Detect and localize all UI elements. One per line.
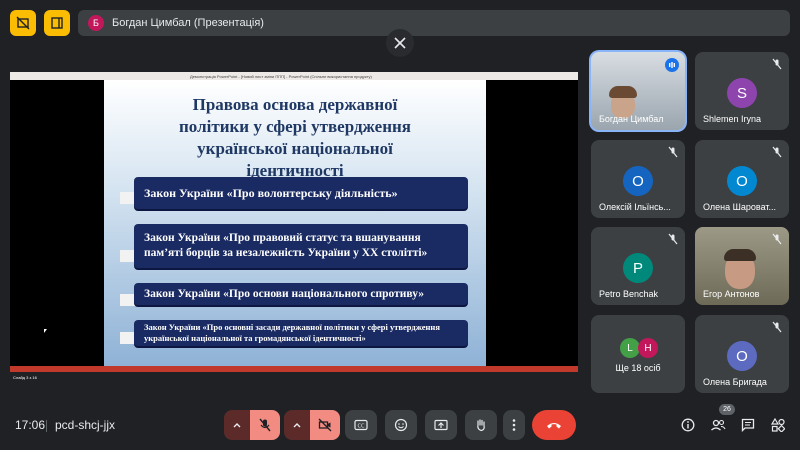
hide-self-view-button[interactable]: [10, 10, 36, 36]
people-count-badge: 26: [719, 404, 735, 415]
layout-button[interactable]: [44, 10, 70, 36]
hand-icon: [477, 419, 485, 432]
people-icon: [711, 419, 726, 431]
speaking-indicator-icon: [665, 58, 679, 72]
presentation-titlebar: Демонстрація PowerPoint - [Новий лист зм…: [10, 72, 578, 80]
participant-tile[interactable]: О Олексій Ільїнсь...: [591, 140, 685, 218]
chat-button[interactable]: [739, 416, 757, 434]
info-icon: [681, 418, 695, 432]
participant-name: Богдан Цимбал: [599, 114, 664, 124]
law-item: Закон України «Про основні засади держав…: [134, 320, 468, 346]
participant-tile[interactable]: Богдан Цимбал: [591, 52, 685, 130]
slide: Правова основа державної політики у сфер…: [104, 80, 486, 366]
participant-name: Shlemen Iryna: [703, 114, 762, 124]
mouse-cursor: [44, 329, 47, 333]
meeting-code: pcd-shcj-jjx: [55, 418, 116, 432]
avatar: О: [727, 341, 757, 371]
participant-tile[interactable]: P Petro Benchak: [591, 227, 685, 305]
participant-name: Олексій Ільїнсь...: [599, 202, 671, 212]
reactions-button[interactable]: [385, 410, 417, 440]
law-item: Закон України «Про основи національного …: [134, 283, 468, 305]
activities-button[interactable]: [769, 416, 787, 434]
participant-name: Олена Шароват...: [703, 202, 777, 212]
more-participants-tile[interactable]: L H Ще 18 осіб: [591, 315, 685, 393]
presentation-window-title: Демонстрація PowerPoint - [Новий лист зм…: [190, 73, 372, 79]
slide-title-line: політики у сфері утвердження: [179, 117, 411, 136]
chevron-up-icon: [293, 423, 301, 428]
divider: [46, 420, 47, 432]
participant-video-hair: [724, 249, 756, 261]
clock: 17:06: [15, 418, 46, 432]
participant-tile[interactable]: Егор Антонов: [695, 227, 789, 305]
slide-title: Правова основа державної політики у сфер…: [104, 94, 486, 182]
close-presentation-button[interactable]: [386, 29, 414, 57]
audio-options-button[interactable]: [224, 410, 250, 440]
presenter-bar: Б Богдан Цимбал (Презентація): [78, 10, 790, 36]
hang-up-icon: [547, 423, 561, 429]
presentation-statusbar: Слайд 3 з 16: [10, 366, 578, 380]
mic-off-icon: [772, 321, 782, 333]
raise-hand-button[interactable]: [465, 410, 497, 440]
more-options-button[interactable]: [503, 410, 525, 440]
captions-icon: CC: [354, 419, 368, 431]
law-item: Закон України «Про правовий статус та вш…: [134, 224, 468, 268]
activities-icon: [771, 418, 785, 432]
avatar: S: [727, 78, 757, 108]
mic-off-icon: [772, 58, 782, 70]
leave-call-button[interactable]: [532, 410, 576, 440]
people-button[interactable]: [709, 416, 727, 434]
avatar: О: [727, 166, 757, 196]
participant-name: Petro Benchak: [599, 289, 659, 299]
participant-name: Олена Бригада: [703, 377, 767, 387]
slide-title-line: Правова основа державної: [192, 95, 398, 114]
camera-off-icon: [318, 418, 332, 432]
video-options-button[interactable]: [284, 410, 310, 440]
mic-off-icon: [259, 418, 271, 432]
participant-name: Егор Антонов: [703, 289, 760, 299]
mic-off-icon: [668, 233, 678, 245]
participant-tile[interactable]: О Олена Бригада: [695, 315, 789, 393]
hide-tiles-icon: [16, 16, 30, 30]
meeting-details-button[interactable]: [679, 416, 697, 434]
presenter-label: Богдан Цимбал (Презентація): [112, 17, 264, 29]
emoji-icon: [394, 418, 408, 432]
mic-off-icon: [772, 233, 782, 245]
present-screen-icon: [434, 419, 448, 431]
avatar: L: [620, 338, 640, 358]
avatar: О: [623, 166, 653, 196]
mic-toggle-button[interactable]: [250, 410, 280, 440]
close-icon: [394, 37, 406, 49]
layout-icon: [51, 17, 63, 29]
slide-counter: Слайд 3 з 16: [13, 375, 37, 380]
captions-button[interactable]: CC: [345, 410, 377, 440]
mic-off-icon: [668, 146, 678, 158]
chevron-up-icon: [233, 423, 241, 428]
avatar: H: [638, 338, 658, 358]
participant-video-hair: [609, 86, 637, 98]
camera-toggle-button[interactable]: [310, 410, 340, 440]
chat-icon: [741, 418, 755, 432]
present-button[interactable]: [425, 410, 457, 440]
more-participants-label: Ще 18 осіб: [615, 363, 661, 373]
presenter-avatar: Б: [88, 15, 104, 31]
svg-text:CC: CC: [358, 423, 365, 429]
participant-tile[interactable]: S Shlemen Iryna: [695, 52, 789, 130]
shared-screen: Демонстрація PowerPoint - [Новий лист зм…: [10, 72, 578, 380]
law-item: Закон України «Про волонтерську діяльніс…: [134, 177, 468, 209]
participant-tile[interactable]: О Олена Шароват...: [695, 140, 789, 218]
slide-title-line: української національної: [197, 139, 393, 158]
avatar: P: [623, 253, 653, 283]
more-vert-icon: [512, 419, 516, 431]
mic-off-icon: [772, 146, 782, 158]
